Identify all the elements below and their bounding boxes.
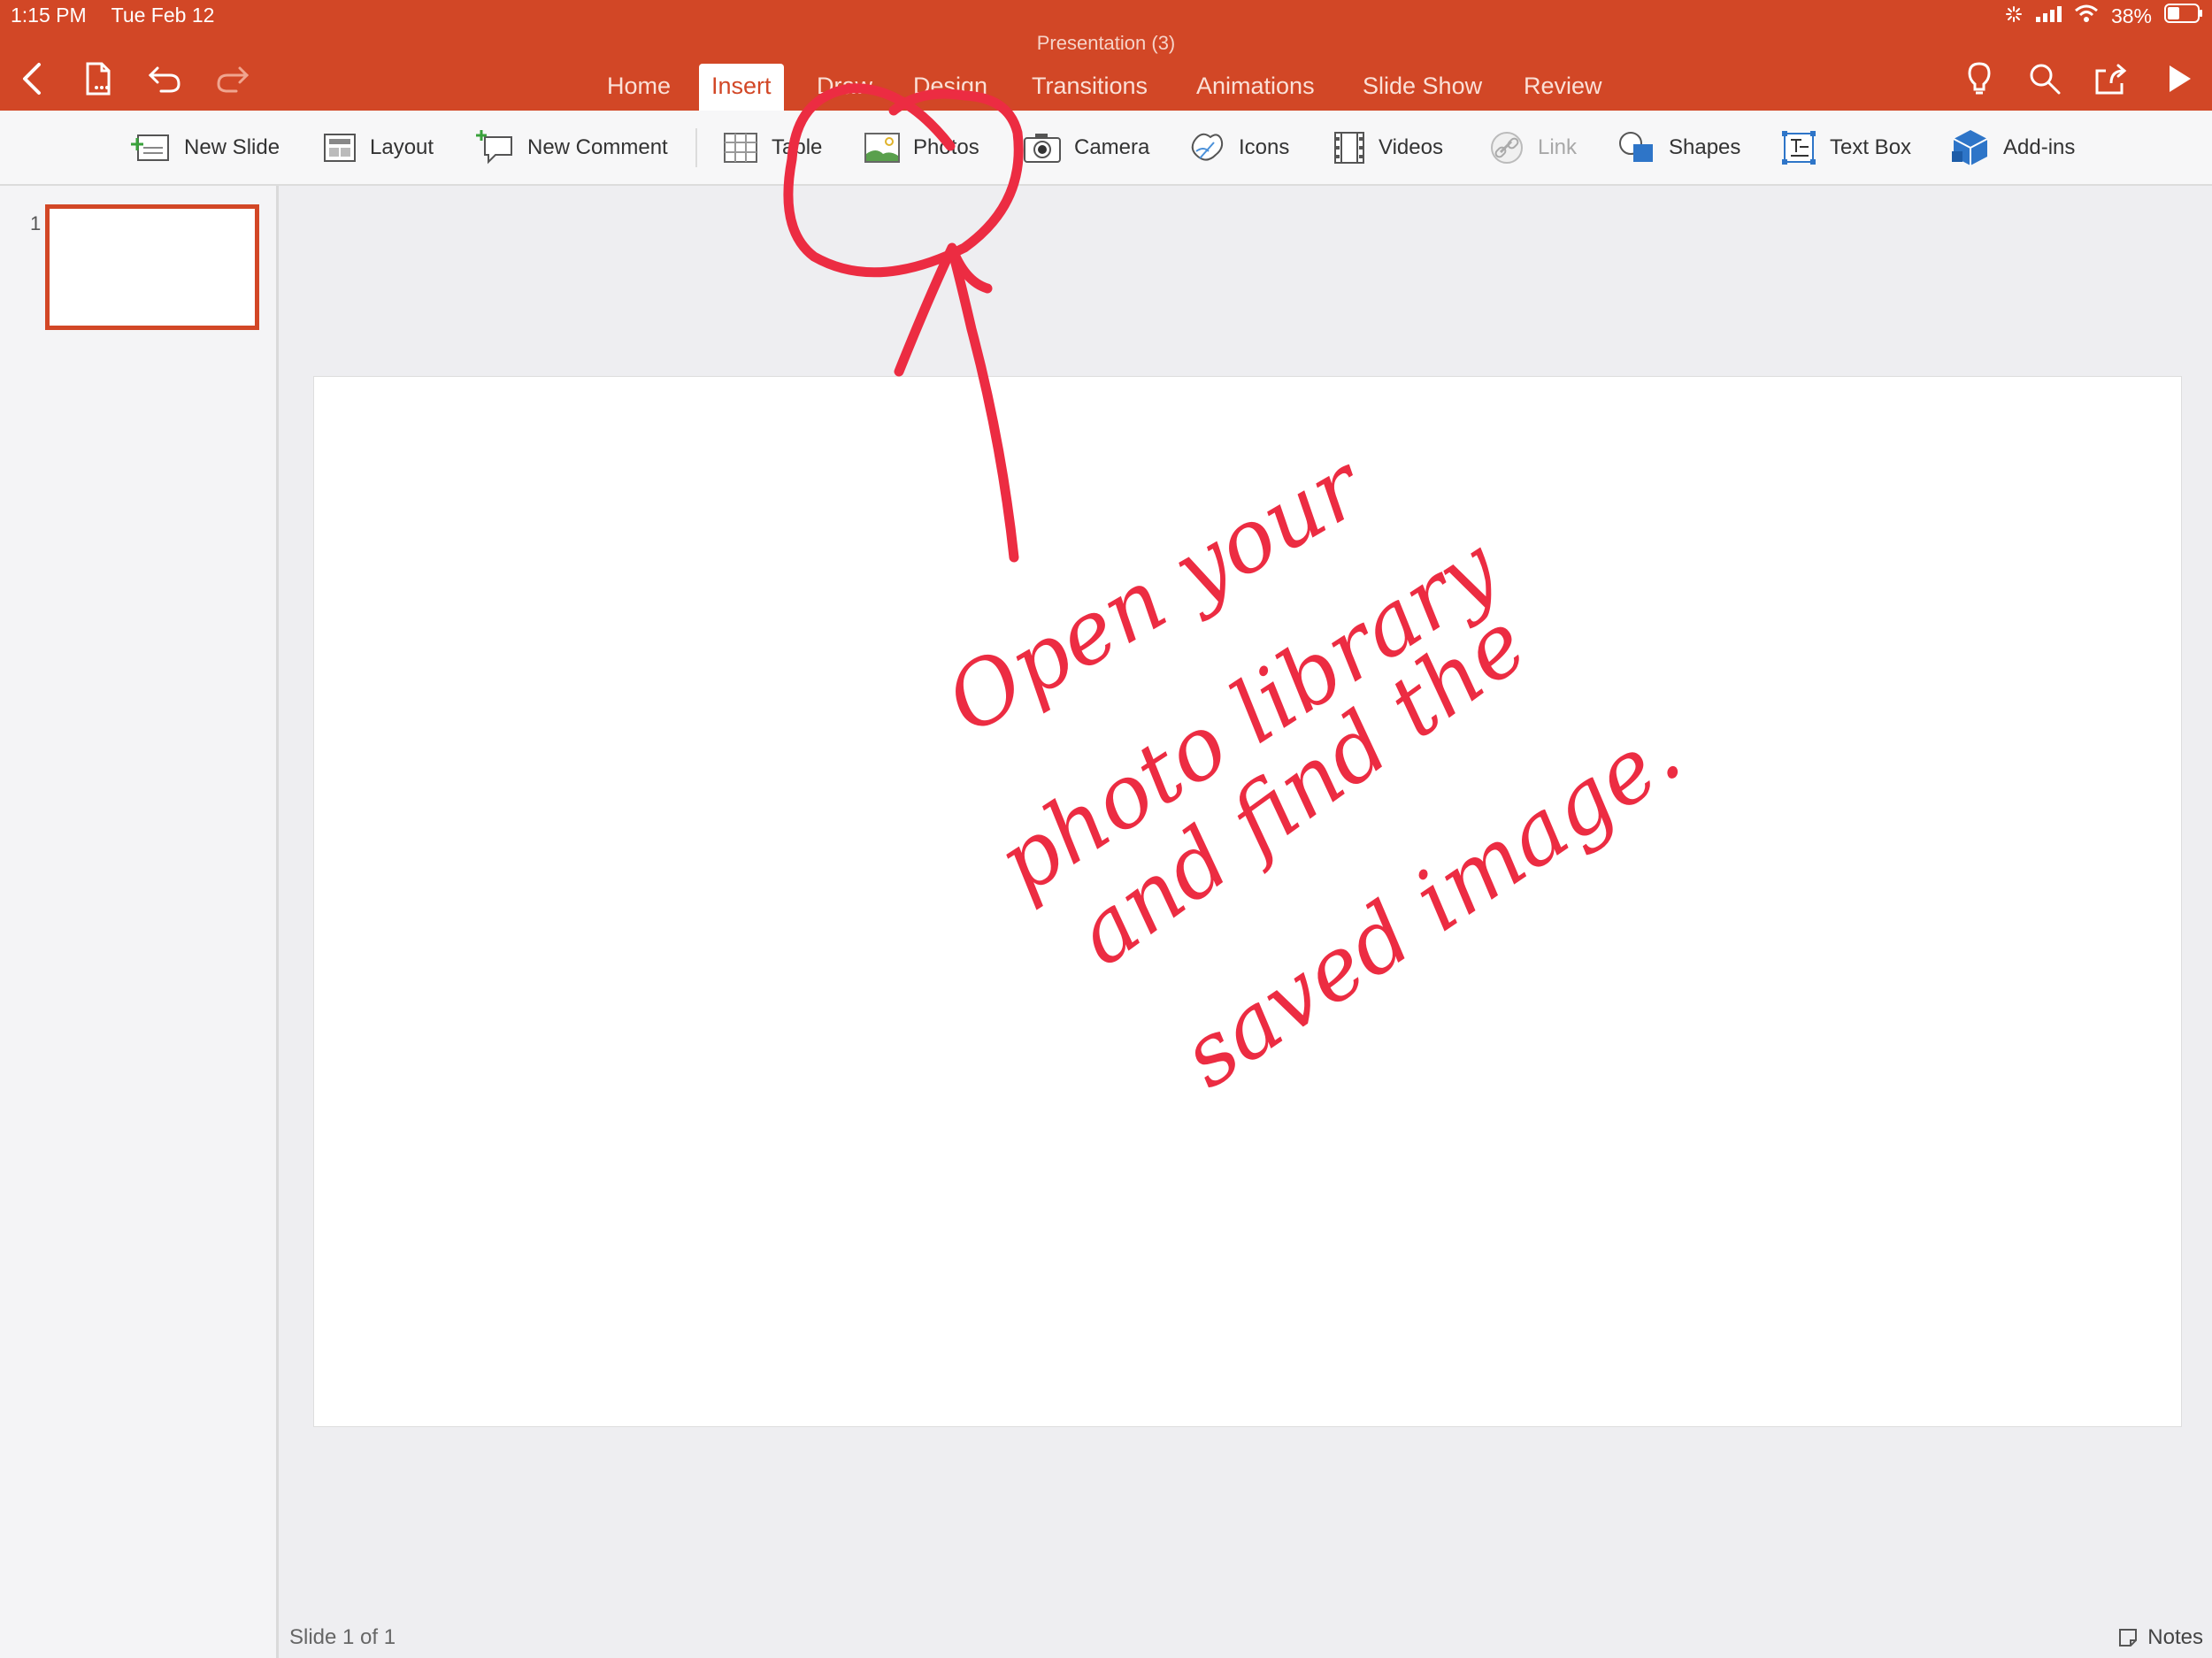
icons-button[interactable]: Icons — [1187, 111, 1289, 184]
tab-insert[interactable]: Insert — [699, 64, 784, 111]
lightbulb-icon — [1968, 62, 1991, 95]
photos-icon — [864, 132, 900, 163]
video-film-icon — [1334, 131, 1364, 164]
share-button[interactable] — [2091, 58, 2131, 99]
photos-button[interactable]: Photos — [864, 111, 979, 184]
redo-button[interactable] — [212, 58, 253, 99]
camera-label: Camera — [1074, 134, 1150, 159]
status-bar-right: 38% — [2005, 4, 2203, 28]
file-button[interactable] — [78, 58, 119, 99]
videos-label: Videos — [1379, 134, 1443, 159]
ribbon-separator — [695, 128, 697, 167]
link-button[interactable]: Link — [1488, 111, 1577, 184]
tab-home[interactable]: Home — [595, 64, 683, 111]
chevron-left-icon — [23, 63, 41, 95]
new-slide-label: New Slide — [184, 134, 280, 159]
camera-icon — [1024, 133, 1061, 163]
table-label: Table — [772, 134, 823, 159]
layout-icon — [324, 133, 356, 162]
title-bar: 1:15 PM Tue Feb 12 38% Presentation (3) … — [0, 0, 2212, 111]
status-bar-left: 1:15 PM Tue Feb 12 — [11, 4, 234, 27]
add-ins-label: Add-ins — [2003, 134, 2076, 159]
text-box-icon — [1782, 130, 1816, 165]
notes-icon — [2119, 1629, 2138, 1646]
camera-button[interactable]: Camera — [1023, 111, 1149, 184]
icons-icon — [1191, 133, 1224, 160]
add-ins-icon — [1952, 129, 1988, 165]
tab-animations[interactable]: Animations — [1184, 64, 1327, 111]
icons-label: Icons — [1239, 134, 1290, 159]
share-icon — [2095, 64, 2127, 95]
activity-icon — [2005, 4, 2023, 28]
battery-percent: 38% — [2110, 4, 2152, 27]
notes-label: Notes — [2147, 1625, 2203, 1649]
link-label: Link — [1538, 134, 1578, 159]
tell-me-button[interactable] — [1959, 58, 2000, 99]
new-comment-label: New Comment — [527, 134, 668, 159]
table-icon — [724, 132, 757, 163]
text-box-button[interactable]: Text Box — [1780, 111, 1911, 184]
slide-indicator: Slide 1 of 1 — [289, 1625, 396, 1649]
signal-icon — [2035, 4, 2062, 28]
shapes-button[interactable]: Shapes — [1617, 111, 1740, 184]
status-date: Tue Feb 12 — [111, 4, 215, 27]
videos-button[interactable]: Videos — [1333, 111, 1443, 184]
text-box-label: Text Box — [1830, 134, 1912, 159]
add-ins-button[interactable]: Add-ins — [1950, 111, 2075, 184]
shapes-label: Shapes — [1669, 134, 1741, 159]
link-icon — [1491, 131, 1523, 164]
tab-slide-show[interactable]: Slide Show — [1350, 64, 1494, 111]
new-comment-button[interactable]: New Comment — [474, 111, 668, 184]
search-icon — [2030, 64, 2061, 95]
battery-icon — [2164, 4, 2203, 28]
insert-ribbon: New Slide Layout New Comment Table Photo… — [0, 111, 2212, 186]
slide-thumbnail-pane: 1 — [0, 186, 279, 1658]
back-button[interactable] — [12, 58, 53, 99]
slide-thumbnail[interactable] — [45, 204, 259, 330]
document-title: Presentation (3) — [1036, 32, 1176, 54]
file-menu-icon — [86, 62, 111, 96]
layout-label: Layout — [370, 134, 434, 159]
play-icon — [2170, 65, 2191, 92]
layout-button[interactable]: Layout — [322, 111, 434, 184]
new-comment-icon — [476, 129, 512, 164]
tab-draw[interactable]: Draw — [804, 64, 885, 111]
new-slide-button[interactable]: New Slide — [129, 111, 280, 184]
slide-thumbnail-number: 1 — [30, 212, 42, 234]
shapes-icon — [1619, 131, 1653, 162]
tab-design[interactable]: Design — [901, 64, 1000, 111]
tab-review[interactable]: Review — [1511, 64, 1615, 111]
undo-icon — [148, 66, 180, 93]
undo-button[interactable] — [144, 58, 185, 99]
notes-button[interactable]: Notes — [2117, 1625, 2203, 1650]
photos-label: Photos — [913, 134, 979, 159]
search-button[interactable] — [2024, 58, 2065, 99]
new-slide-icon — [131, 134, 169, 161]
table-button[interactable]: Table — [722, 111, 822, 184]
play-slideshow-button[interactable] — [2159, 58, 2200, 99]
wifi-icon — [2074, 4, 2099, 28]
tab-transitions[interactable]: Transitions — [1019, 64, 1160, 111]
status-time: 1:15 PM — [11, 4, 87, 27]
redo-icon — [217, 66, 250, 93]
